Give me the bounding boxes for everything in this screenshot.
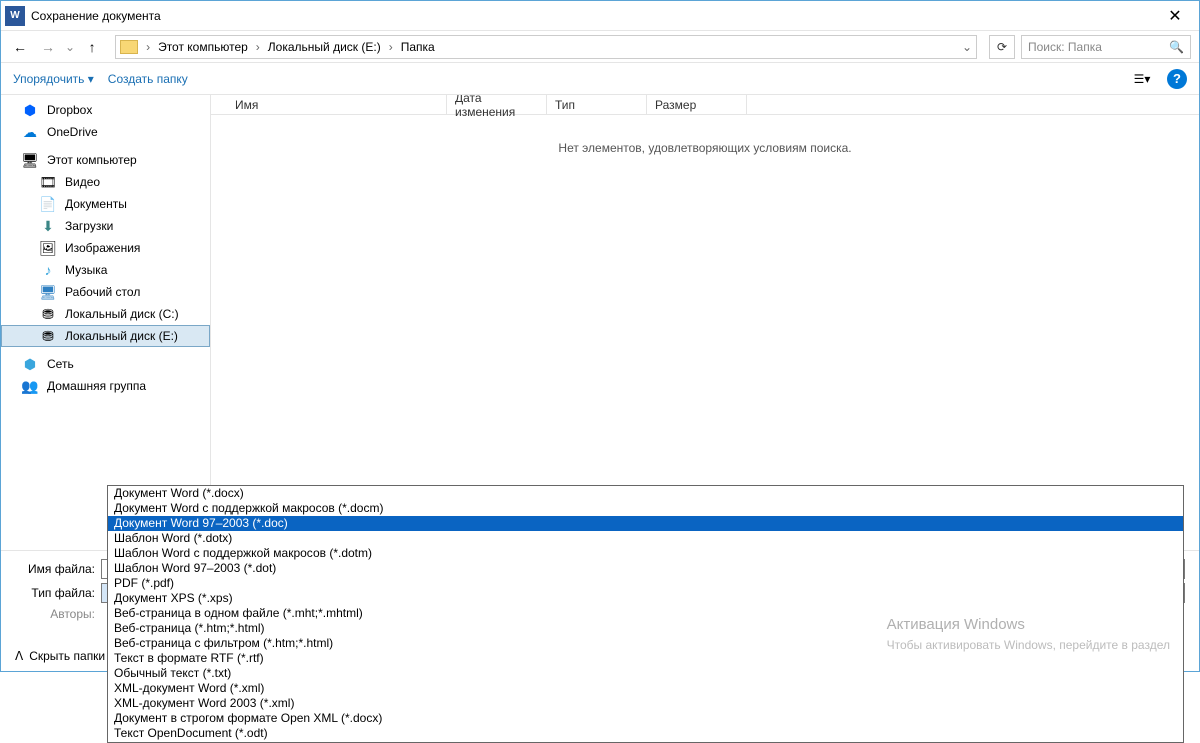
sidebar-item-label: Загрузки	[65, 219, 113, 233]
sidebar-item-icon: 🎞	[39, 174, 57, 190]
col-type[interactable]: Тип	[547, 95, 647, 114]
filetype-option[interactable]: Обычный текст (*.txt)	[108, 666, 1183, 681]
sidebar-item-icon: 📄	[39, 196, 57, 212]
col-size[interactable]: Размер	[647, 95, 747, 114]
toolbar: Упорядочить ▾ Создать папку ☰▾ ?	[1, 63, 1199, 95]
sidebar-item[interactable]: ☁ OneDrive	[1, 121, 210, 143]
sidebar-item-icon: ⛃	[39, 306, 57, 322]
sidebar-item-icon: ⬇	[39, 218, 57, 234]
nav-bar: ← → ⌄ ↑ › Этот компьютер › Локальный дис…	[1, 31, 1199, 63]
refresh-button[interactable]: ⟳	[989, 35, 1015, 59]
sidebar-item-label: Домашняя группа	[47, 379, 146, 393]
close-button[interactable]: ✕	[1155, 6, 1195, 26]
breadcrumb-item[interactable]: Этот компьютер	[158, 40, 248, 54]
filetype-option[interactable]: Документ в строгом формате Open XML (*.d…	[108, 711, 1183, 726]
sidebar-item-label: Видео	[65, 175, 100, 189]
sidebar-item-icon: ⬢	[21, 102, 39, 118]
breadcrumb-sep: ›	[146, 40, 150, 54]
sidebar-item-label: Сеть	[47, 357, 74, 371]
back-button[interactable]: ←	[9, 36, 31, 58]
file-list-pane: Имя Дата изменения Тип Размер Нет элемен…	[211, 95, 1199, 550]
new-folder-button[interactable]: Создать папку	[108, 72, 188, 86]
windows-activation-watermark: Активация Windows Чтобы активировать Win…	[887, 615, 1170, 654]
sidebar-item-label: Dropbox	[47, 103, 92, 117]
window-title: Сохранение документа	[31, 9, 1155, 23]
sidebar-item-label: Этот компьютер	[47, 153, 137, 167]
sidebar-item-label: Документы	[65, 197, 127, 211]
sidebar-item-icon: ♪	[39, 262, 57, 278]
sidebar-item[interactable]: ⬢ Сеть	[1, 353, 210, 375]
filetype-option[interactable]: Документ Word 97–2003 (*.doc)	[108, 516, 1183, 531]
title-bar: W Сохранение документа ✕	[1, 1, 1199, 31]
sidebar-item-icon: ⛃	[39, 328, 57, 344]
up-button[interactable]: ↑	[81, 36, 103, 58]
breadcrumb-dropdown[interactable]: ⌄	[962, 40, 972, 54]
sidebar-item-label: Изображения	[65, 241, 140, 255]
filetype-option[interactable]: Документ Word с поддержкой макросов (*.d…	[108, 501, 1183, 516]
breadcrumb-item[interactable]: Локальный диск (E:)	[268, 40, 381, 54]
filename-label: Имя файла:	[15, 562, 95, 576]
filetype-dropdown[interactable]: Документ Word (*.docx)Документ Word с по…	[107, 485, 1184, 743]
sidebar-item[interactable]: 🖥 Рабочий стол	[1, 281, 210, 303]
col-date[interactable]: Дата изменения	[447, 95, 547, 114]
sidebar-item-icon: 👥	[21, 378, 39, 394]
filetype-option[interactable]: XML-документ Word (*.xml)	[108, 681, 1183, 696]
sidebar-item-label: Локальный диск (C:)	[65, 307, 179, 321]
search-icon: 🔍	[1169, 40, 1184, 54]
breadcrumb[interactable]: › Этот компьютер › Локальный диск (E:) ›…	[115, 35, 977, 59]
filetype-option[interactable]: Шаблон Word с поддержкой макросов (*.dot…	[108, 546, 1183, 561]
filetype-option[interactable]: Документ Word (*.docx)	[108, 486, 1183, 501]
sidebar-item[interactable]: ⬢ Dropbox	[1, 99, 210, 121]
sidebar-item[interactable]: ⛃ Локальный диск (E:)	[1, 325, 210, 347]
filetype-option[interactable]: XML-документ Word 2003 (*.xml)	[108, 696, 1183, 711]
folder-icon	[120, 40, 138, 54]
forward-button[interactable]: →	[37, 36, 59, 58]
sidebar-item[interactable]: 👥 Домашняя группа	[1, 375, 210, 397]
sidebar-item[interactable]: 📄 Документы	[1, 193, 210, 215]
sidebar-item-icon: 🖼	[39, 240, 57, 256]
filetype-label: Тип файла:	[15, 586, 95, 600]
sidebar-item-label: Музыка	[65, 263, 107, 277]
filetype-option[interactable]: PDF (*.pdf)	[108, 576, 1183, 591]
help-button[interactable]: ?	[1167, 69, 1187, 89]
view-options-button[interactable]: ☰▾	[1131, 68, 1153, 90]
sidebar-item[interactable]: 🖼 Изображения	[1, 237, 210, 259]
sidebar-item-label: Рабочий стол	[65, 285, 140, 299]
sidebar-item[interactable]: ♪ Музыка	[1, 259, 210, 281]
sidebar: ⬢ Dropbox ☁ OneDrive 🖥 Этот компьютер 🎞 Видео 📄 Д…	[1, 95, 211, 550]
sidebar-item-icon: 🖥	[21, 152, 39, 168]
authors-label: Авторы:	[15, 607, 95, 621]
sidebar-item-label: Локальный диск (E:)	[65, 329, 178, 343]
breadcrumb-item[interactable]: Папка	[401, 40, 435, 54]
sidebar-item-label: OneDrive	[47, 125, 98, 139]
sidebar-item[interactable]: ⬇ Загрузки	[1, 215, 210, 237]
sidebar-item[interactable]: 🖥 Этот компьютер	[1, 149, 210, 171]
filetype-option[interactable]: Документ XPS (*.xps)	[108, 591, 1183, 606]
word-icon: W	[5, 6, 25, 26]
sidebar-item-icon: 🖥	[39, 284, 57, 300]
col-name[interactable]: Имя	[227, 95, 447, 114]
sidebar-item[interactable]: ⛃ Локальный диск (C:)	[1, 303, 210, 325]
chevron-up-icon: ᐱ	[15, 649, 23, 663]
filetype-option[interactable]: Шаблон Word (*.dotx)	[108, 531, 1183, 546]
search-input[interactable]: Поиск: Папка 🔍	[1021, 35, 1191, 59]
sidebar-item-icon: ⬢	[21, 356, 39, 372]
empty-message: Нет элементов, удовлетворяющих условиям …	[211, 141, 1199, 155]
organize-button[interactable]: Упорядочить ▾	[13, 72, 94, 86]
filetype-option[interactable]: Шаблон Word 97–2003 (*.dot)	[108, 561, 1183, 576]
sidebar-item[interactable]: 🎞 Видео	[1, 171, 210, 193]
sidebar-item-icon: ☁	[21, 124, 39, 140]
search-placeholder: Поиск: Папка	[1028, 40, 1102, 54]
filetype-option[interactable]: Текст OpenDocument (*.odt)	[108, 726, 1183, 741]
column-headers: Имя Дата изменения Тип Размер	[211, 95, 1199, 115]
